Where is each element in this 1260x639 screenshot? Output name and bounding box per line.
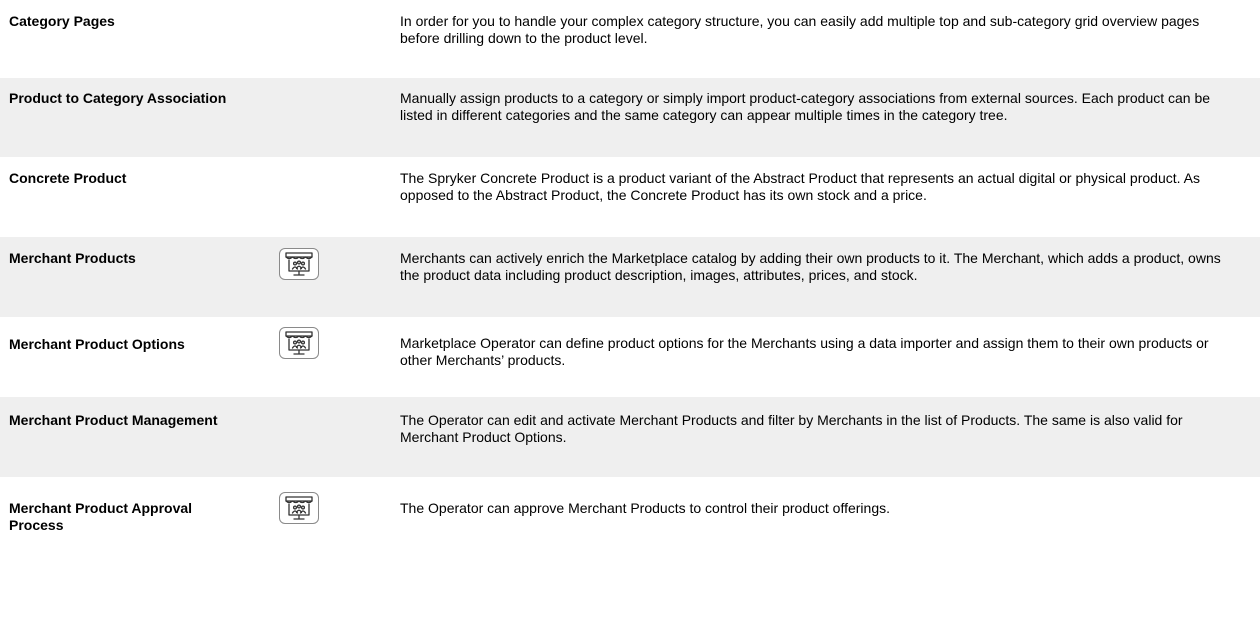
feature-description: Manually assign products to a category o… (400, 90, 1211, 123)
feature-name: Merchant Product Management (9, 412, 218, 428)
feature-row: Merchant Product Approval Process The Op… (0, 477, 1260, 639)
feature-description: The Operator can edit and activate Merch… (400, 412, 1183, 445)
feature-name: Merchant Product Options (9, 336, 185, 352)
marketplace-storefront-icon (279, 492, 319, 524)
feature-row: Concrete Product The Spryker Concrete Pr… (0, 157, 1260, 237)
feature-name: Category Pages (9, 13, 115, 29)
feature-description: In order for you to handle your complex … (400, 13, 1200, 46)
feature-name: Concrete Product (9, 170, 127, 186)
marketplace-storefront-icon (279, 248, 319, 280)
feature-name: Merchant Product Approval Process (9, 500, 193, 533)
feature-name: Product to Category Association (9, 90, 227, 106)
marketplace-storefront-icon (279, 327, 319, 359)
feature-row: Merchant Products Merchants can actively… (0, 237, 1260, 317)
feature-name: Merchant Products (9, 250, 136, 266)
feature-row: Merchant Product Management The Operator… (0, 397, 1260, 477)
feature-row: Product to Category Association Manually… (0, 78, 1260, 157)
feature-description: Marketplace Operator can define product … (400, 335, 1209, 368)
feature-row: Category Pages In order for you to handl… (0, 0, 1260, 78)
feature-row: Merchant Product Options Marketplace Ope… (0, 317, 1260, 397)
feature-description: Merchants can actively enrich the Market… (400, 250, 1221, 283)
feature-description: The Spryker Concrete Product is a produc… (400, 170, 1200, 203)
feature-description: The Operator can approve Merchant Produc… (400, 500, 890, 516)
